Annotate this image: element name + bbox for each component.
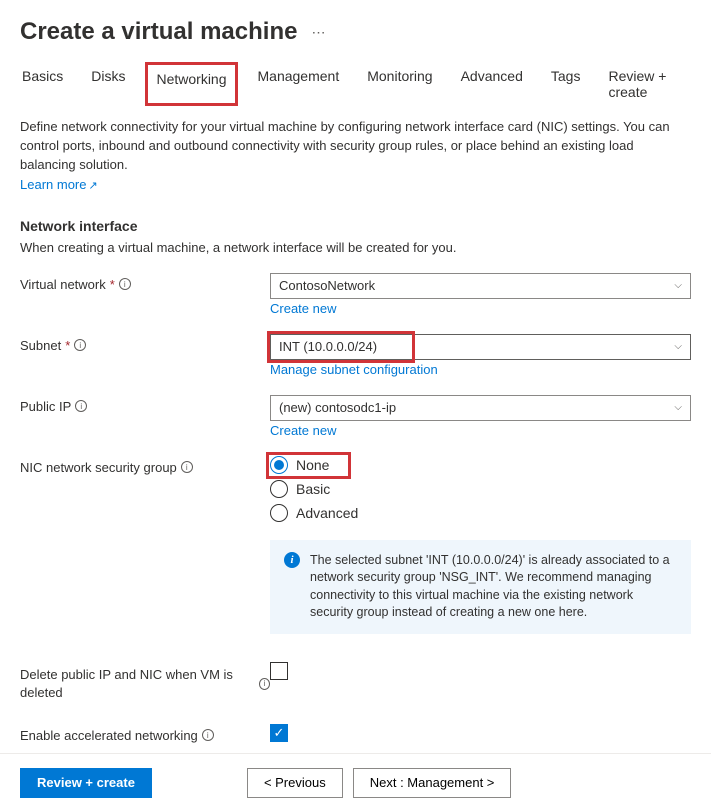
vnet-label: Virtual network: [20, 277, 106, 292]
vnet-select[interactable]: ContosoNetwork ⌵: [270, 273, 691, 299]
public-ip-create-new-link[interactable]: Create new: [270, 423, 336, 438]
radio-icon: [270, 480, 288, 498]
previous-button[interactable]: < Previous: [247, 768, 343, 798]
subnet-manage-link[interactable]: Manage subnet configuration: [270, 362, 438, 377]
public-ip-select[interactable]: (new) contosodc1-ip ⌵: [270, 395, 691, 421]
section-title-network-interface: Network interface: [20, 218, 691, 234]
tab-review[interactable]: Review + create: [606, 64, 691, 104]
nsg-info-text: The selected subnet 'INT (10.0.0.0/24)' …: [310, 552, 677, 622]
wizard-footer: Review + create < Previous Next : Manage…: [0, 753, 711, 812]
required-indicator: *: [110, 277, 115, 292]
vnet-create-new-link[interactable]: Create new: [270, 301, 336, 316]
subnet-select[interactable]: INT (10.0.0.0/24) ⌵: [270, 334, 691, 360]
checkmark-icon: ✓: [274, 725, 285, 741]
tab-tags[interactable]: Tags: [549, 64, 583, 104]
nsg-radio-basic[interactable]: Basic: [270, 480, 691, 498]
external-link-icon: ↗: [88, 180, 97, 192]
subnet-value: INT (10.0.0.0/24): [279, 339, 377, 354]
radio-icon: [270, 456, 288, 474]
public-ip-value: (new) contosodc1-ip: [279, 400, 396, 415]
tab-monitoring[interactable]: Monitoring: [365, 64, 434, 104]
networking-description: Define network connectivity for your vir…: [20, 118, 691, 175]
tab-basics[interactable]: Basics: [20, 64, 65, 104]
tab-management[interactable]: Management: [256, 64, 342, 104]
delete-ip-checkbox[interactable]: [270, 662, 288, 680]
learn-more-link[interactable]: Learn more↗: [20, 177, 98, 192]
delete-ip-label: Delete public IP and NIC when VM is dele…: [20, 666, 255, 702]
chevron-down-icon: ⌵: [674, 280, 682, 291]
radio-icon: [270, 504, 288, 522]
tab-networking[interactable]: Networking: [154, 67, 228, 91]
accel-net-checkbox[interactable]: ✓: [270, 724, 288, 742]
page-title: Create a virtual machine: [20, 18, 297, 46]
required-indicator: *: [65, 338, 70, 353]
nsg-basic-label: Basic: [296, 481, 330, 497]
accel-net-label: Enable accelerated networking: [20, 728, 198, 743]
nsg-radio-advanced[interactable]: Advanced: [270, 504, 691, 522]
info-icon[interactable]: i: [75, 400, 87, 412]
info-icon[interactable]: i: [259, 678, 270, 690]
section-desc-network-interface: When creating a virtual machine, a netwo…: [20, 240, 691, 255]
tab-disks[interactable]: Disks: [89, 64, 127, 104]
nsg-radio-group: None Basic Advanced: [270, 456, 691, 522]
info-circle-icon: i: [284, 552, 300, 568]
info-icon[interactable]: i: [74, 339, 86, 351]
tab-advanced[interactable]: Advanced: [459, 64, 525, 104]
subnet-label: Subnet: [20, 338, 61, 353]
info-icon[interactable]: i: [181, 461, 193, 473]
next-button[interactable]: Next : Management >: [353, 768, 512, 798]
more-actions-icon[interactable]: ⋯: [311, 24, 326, 41]
nsg-radio-none[interactable]: None: [270, 456, 329, 474]
nsg-info-box: i The selected subnet 'INT (10.0.0.0/24)…: [270, 540, 691, 634]
chevron-down-icon: ⌵: [674, 341, 682, 352]
nsg-label: NIC network security group: [20, 460, 177, 475]
info-icon[interactable]: i: [119, 278, 131, 290]
public-ip-label: Public IP: [20, 399, 71, 414]
tabs-nav: Basics Disks Networking Management Monit…: [20, 64, 691, 104]
info-icon[interactable]: i: [202, 729, 214, 741]
chevron-down-icon: ⌵: [674, 402, 682, 413]
nsg-advanced-label: Advanced: [296, 505, 358, 521]
review-create-button[interactable]: Review + create: [20, 768, 152, 798]
vnet-value: ContosoNetwork: [279, 278, 375, 293]
nsg-none-label: None: [296, 457, 329, 473]
